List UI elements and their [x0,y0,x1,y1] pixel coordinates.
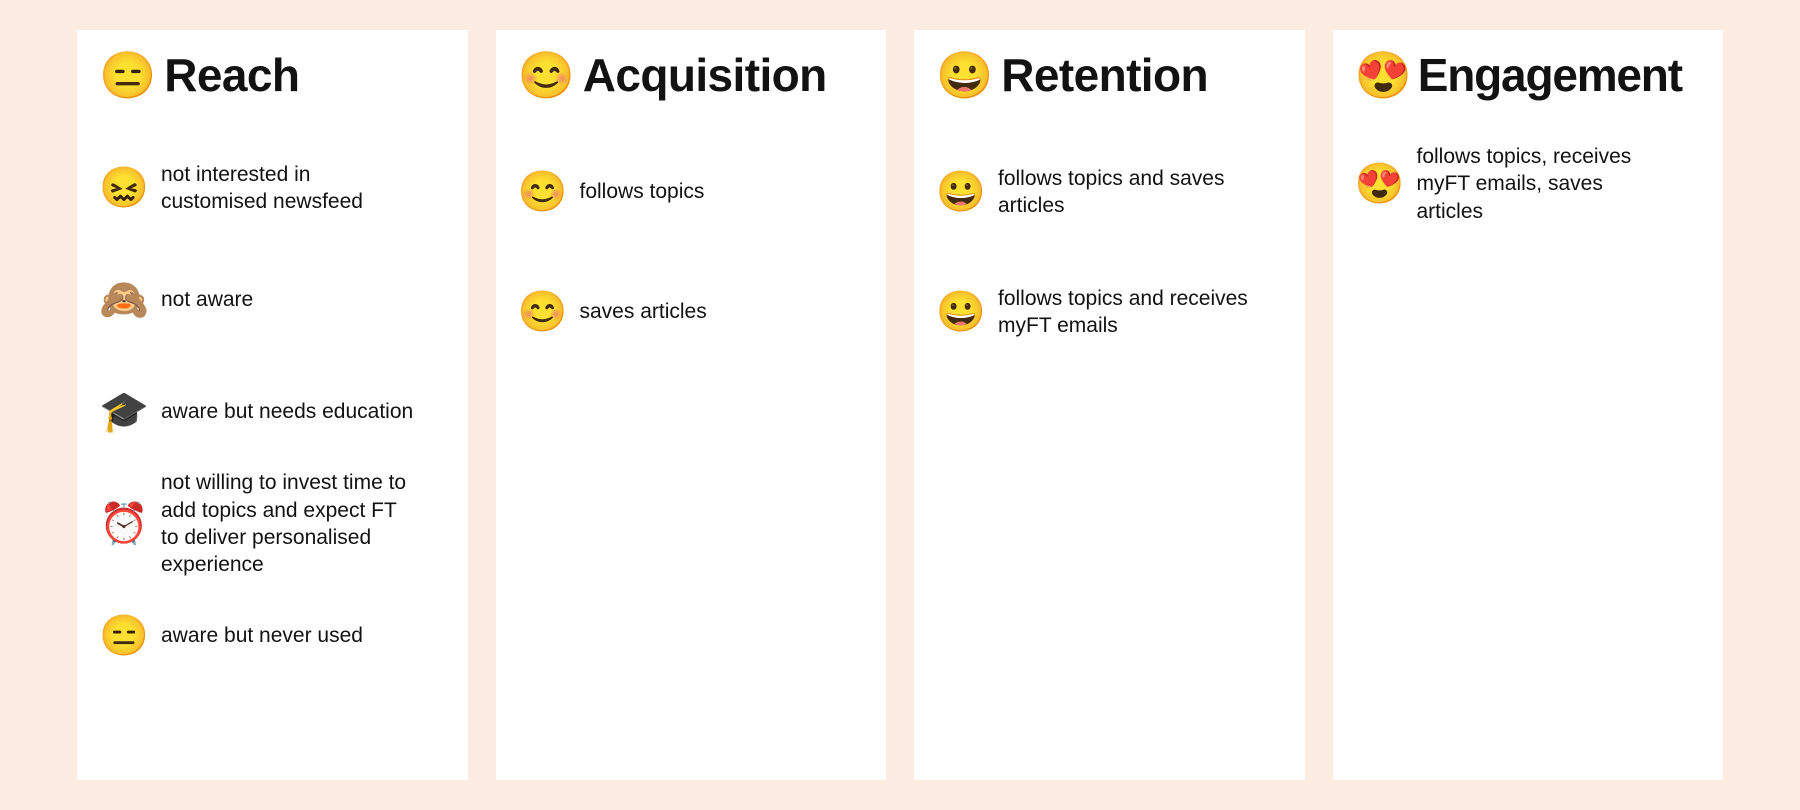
list-item: 🙈 not aware [99,244,442,356]
list-item: 😀 follows topics and receives myFT emails [936,252,1279,372]
column-title-retention: Retention [1001,49,1208,101]
column-header-engagement: 😍 Engagement [1355,52,1698,98]
list-item: 😀 follows topics and saves articles [936,132,1279,252]
list-item-label: follows topics [579,180,705,204]
column-card-engagement: 😍 Engagement 😍 follows topics, receives myF… [1332,30,1723,780]
list-item: 😍 follows topics, receives myFT emails, s… [1355,124,1698,244]
list-item-label: not willing to invest time to add topics… [161,471,407,577]
column-header-retention: 😀 Retention [936,52,1279,98]
list-item-label: not interested in customised newsfeed [161,162,363,213]
smiling-face-with-heart-eyes-emoji: 😍 [1354,162,1405,206]
list-item: 😑 aware but never used [99,580,442,692]
column-title-engagement: Engagement [1417,49,1683,101]
confounded-face-emoji: 😖 [99,166,149,210]
grinning-face-emoji: 😀 [936,170,986,214]
list-item: 🎓 aware but needs education [99,356,442,468]
list-item: 😊 follows topics [518,132,861,252]
grinning-face-emoji: 😀 [936,49,994,101]
smiling-face-with-heart-eyes-emoji: 😍 [1354,49,1412,101]
list-item-label: saves articles [579,300,707,324]
list-item: 😊 saves articles [518,252,861,372]
item-list-retention: 😀 follows topics and saves articles 😀 follo… [936,132,1279,372]
list-item-label: aware but needs education [161,400,414,424]
list-item-label: aware but never used [161,624,363,648]
list-item-label: follows topics and saves articles [998,166,1225,217]
list-item: ⏰ not willing to invest time to add topic… [99,468,442,580]
expressionless-face-emoji: 😑 [99,614,149,658]
item-list-reach: 😖 not interested in customised newsfeed 🙈 n… [99,132,442,692]
list-item-label: follows topics, receives myFT emails, sa… [1416,145,1632,223]
see-no-evil-monkey-emoji: 🙈 [99,278,149,322]
list-item-label: follows topics and receives myFT emails [998,286,1248,337]
grinning-face-emoji: 😀 [936,290,986,334]
column-header-reach: 😑 Reach [99,52,442,98]
smiling-face-with-smiling-eyes-emoji: 😊 [517,49,575,101]
alarm-clock-emoji: ⏰ [99,502,149,546]
list-item-label: not aware [161,288,254,312]
item-list-engagement: 😍 follows topics, receives myFT emails, s… [1355,124,1698,244]
column-title-reach: Reach [164,49,300,101]
smiling-face-with-smiling-eyes-emoji: 😊 [517,170,568,214]
column-card-retention: 😀 Retention 😀 follows topics and saves arti… [914,30,1305,780]
column-card-reach: 😑 Reach 😖 not interested in customised news… [77,30,468,780]
column-card-acquisition: 😊 Acquisition 😊 follows topics 😊 saves articl… [495,30,886,780]
column-title-acquisition: Acquisition [582,49,827,101]
smiling-face-with-smiling-eyes-emoji: 😊 [517,290,568,334]
column-header-acquisition: 😊 Acquisition [518,52,861,98]
funnel-board: 😑 Reach 😖 not interested in customised news… [77,30,1723,780]
list-item: 😖 not interested in customised newsfeed [99,132,442,244]
expressionless-face-emoji: 😑 [99,49,157,101]
graduation-cap-emoji: 🎓 [99,390,149,434]
item-list-acquisition: 😊 follows topics 😊 saves articles [518,132,861,372]
